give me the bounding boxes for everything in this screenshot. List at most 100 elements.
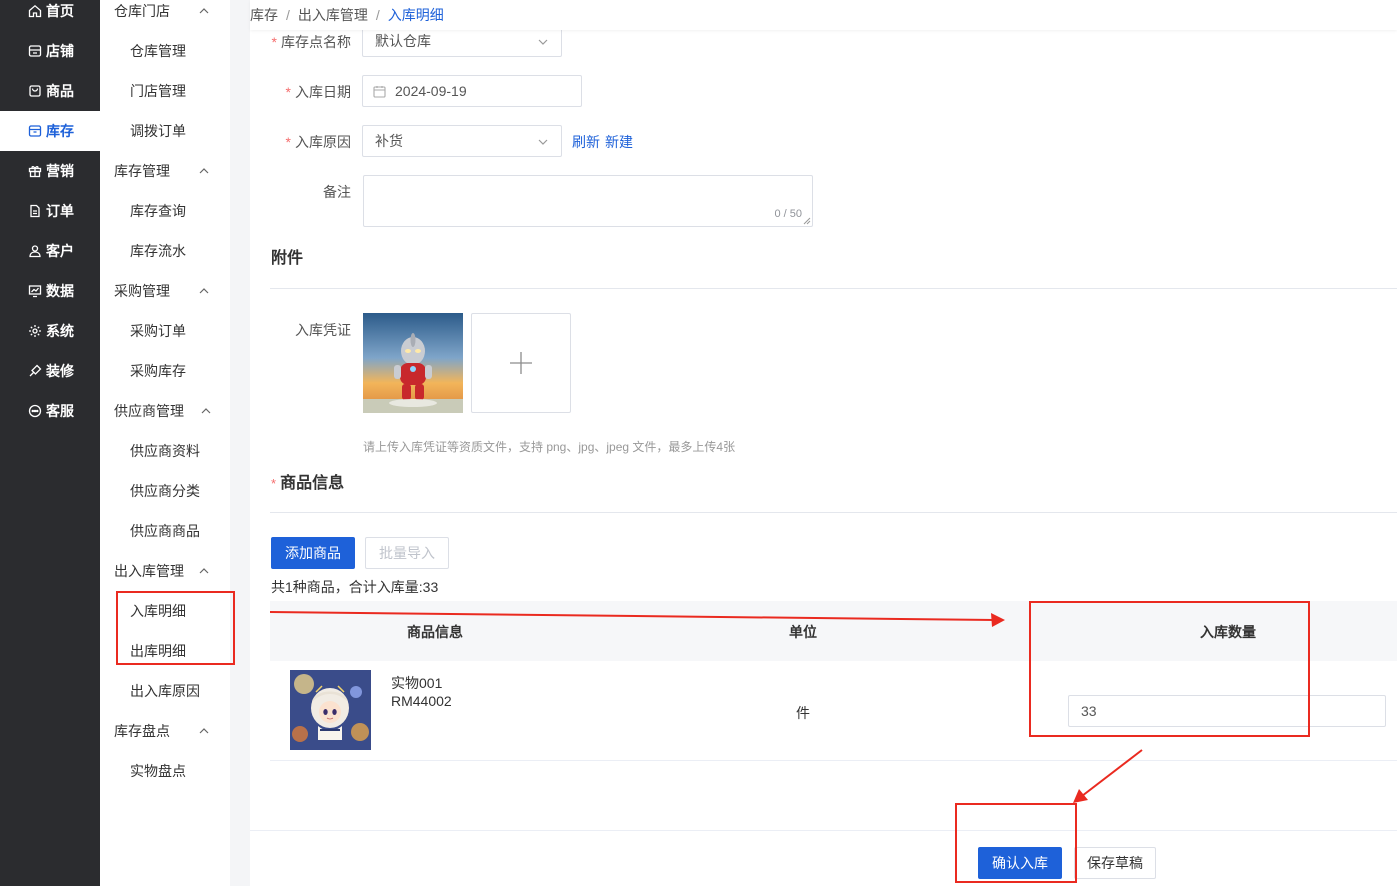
voucher-image (363, 313, 463, 413)
group-label: 出入库管理 (114, 563, 184, 579)
reason-select[interactable]: 补货 (362, 125, 562, 157)
item-label: 采购订单 (130, 323, 186, 339)
breadcrumb-separator: / (286, 7, 290, 23)
new-reason-link[interactable]: 新建 (605, 132, 633, 152)
nav-label: 客户 (46, 243, 74, 259)
nav-label: 库存 (46, 123, 74, 139)
nav-item-goods[interactable]: 商品 (0, 71, 100, 111)
nav-item-supplier-category[interactable]: 供应商分类 (100, 471, 230, 511)
item-label: 采购库存 (130, 363, 186, 379)
group-label: 仓库门店 (114, 3, 170, 19)
nav-label: 订单 (46, 203, 74, 219)
breadcrumb: 库存 / 出入库管理 / 入库明细 (250, 0, 1397, 30)
plus-icon (510, 352, 532, 374)
date-picker[interactable]: 2024-09-19 (362, 75, 582, 107)
breadcrumb-item[interactable]: 出入库管理 (298, 5, 368, 25)
item-label: 供应商资料 (130, 443, 200, 459)
product-code: RM44002 (391, 693, 452, 709)
item-label: 出库明细 (130, 643, 186, 659)
select-value: 默认仓库 (375, 33, 431, 49)
batch-import-button[interactable]: 批量导入 (365, 537, 449, 569)
nav-item-supplier-profile[interactable]: 供应商资料 (100, 431, 230, 471)
item-label: 库存流水 (130, 243, 186, 259)
nav-item-purchase-orders[interactable]: 采购订单 (100, 311, 230, 351)
arrow-line-diagonal (1081, 749, 1143, 797)
voucher-thumbnail[interactable] (363, 313, 463, 413)
group-label: 采购管理 (114, 283, 170, 299)
save-draft-button[interactable]: 保存草稿 (1074, 847, 1156, 879)
label-text: 库存点名称 (281, 34, 351, 50)
nav-label: 系统 (46, 323, 74, 339)
chevron-down-icon (538, 139, 548, 145)
item-label: 库存查询 (130, 203, 186, 219)
nav-group-purchase-manage[interactable]: 采购管理 (100, 271, 230, 311)
nav-group-supplier-manage[interactable]: 供应商管理 (100, 391, 230, 431)
nav-item-store-manage[interactable]: 门店管理 (100, 71, 230, 111)
label-text: 入库日期 (295, 84, 351, 100)
nav-group-stock-in-out[interactable]: 出入库管理 (100, 551, 230, 591)
nav-item-stock-in-detail[interactable]: 入库明细 (100, 591, 230, 631)
home-icon (28, 4, 42, 18)
item-label: 实物盘点 (130, 763, 186, 779)
chat-icon (28, 404, 42, 418)
item-label: 调拨订单 (130, 123, 186, 139)
nav-item-shop[interactable]: 店铺 (0, 31, 100, 71)
product-image (290, 670, 371, 750)
nav-item-system[interactable]: 系统 (0, 311, 100, 351)
nav-group-stocktake[interactable]: 库存盘点 (100, 711, 230, 751)
nav-label: 营销 (46, 163, 74, 179)
arrow-head-diagonal (1073, 789, 1088, 803)
remark-textarea[interactable]: 0 / 50 (363, 175, 813, 227)
nav-item-customers[interactable]: 客户 (0, 231, 100, 271)
attachments-title: 附件 (271, 250, 304, 267)
label-text: 入库原因 (295, 134, 351, 150)
upload-button[interactable] (471, 313, 571, 413)
nav-item-inventory[interactable]: 库存 (0, 111, 100, 151)
nav-label: 商品 (46, 83, 74, 99)
nav-item-decoration[interactable]: 装修 (0, 351, 100, 391)
nav-group-warehouse-store[interactable]: 仓库门店 (100, 0, 230, 31)
group-label: 库存盘点 (114, 723, 170, 739)
chart-icon (28, 284, 42, 298)
nav-label: 装修 (46, 363, 74, 379)
nav-item-stock-out-detail[interactable]: 出库明细 (100, 631, 230, 671)
product-summary: 共1种商品，合计入库量:33 (271, 579, 439, 595)
product-thumbnail (290, 670, 371, 750)
secondary-sidebar: 仓库门店 仓库管理 门店管理 调拨订单 库存管理 库存查询 库存流水 采购管理 … (100, 0, 230, 886)
breadcrumb-separator: / (375, 7, 380, 23)
gift-icon (28, 164, 42, 178)
nav-item-marketing[interactable]: 营销 (0, 151, 100, 191)
refresh-link[interactable]: 刷新 (572, 132, 600, 152)
column-header-quantity: 入库数量 (1200, 624, 1256, 640)
warehouse-label: * 库存点名称 (241, 32, 351, 52)
label-text: 备注 (323, 184, 351, 200)
item-label: 入库明细 (130, 603, 186, 619)
nav-item-inventory-query[interactable]: 库存查询 (100, 191, 230, 231)
date-value: 2024-09-19 (395, 83, 467, 99)
breadcrumb-item[interactable]: 库存 (250, 5, 278, 25)
nav-item-purchase-stock[interactable]: 采购库存 (100, 351, 230, 391)
calendar-icon (373, 86, 386, 98)
breadcrumb-current: 入库明细 (387, 7, 444, 23)
gear-icon (28, 324, 42, 338)
add-product-button[interactable]: 添加商品 (271, 537, 355, 569)
column-header-unit: 单位 (789, 624, 817, 640)
nav-item-home[interactable]: 首页 (0, 0, 100, 31)
nav-item-warehouse-manage[interactable]: 仓库管理 (100, 31, 230, 71)
nav-item-data[interactable]: 数据 (0, 271, 100, 311)
nav-item-physical-count[interactable]: 实物盘点 (100, 751, 230, 791)
nav-item-orders[interactable]: 订单 (0, 191, 100, 231)
resize-grip-icon[interactable] (803, 217, 811, 225)
item-label: 供应商商品 (130, 523, 200, 539)
brush-icon (28, 364, 42, 378)
quantity-input[interactable]: 33 (1068, 695, 1386, 727)
nav-group-inventory-manage[interactable]: 库存管理 (100, 151, 230, 191)
nav-item-service[interactable]: 客服 (0, 391, 100, 431)
nav-item-transfer-orders[interactable]: 调拨订单 (100, 111, 230, 151)
nav-item-inventory-flow[interactable]: 库存流水 (100, 231, 230, 271)
nav-item-stock-reasons[interactable]: 出入库原因 (100, 671, 230, 711)
chevron-up-icon (199, 288, 209, 294)
nav-item-supplier-goods[interactable]: 供应商商品 (100, 511, 230, 551)
required-mark: * (271, 34, 277, 50)
confirm-stock-in-button[interactable]: 确认入库 (978, 847, 1062, 879)
